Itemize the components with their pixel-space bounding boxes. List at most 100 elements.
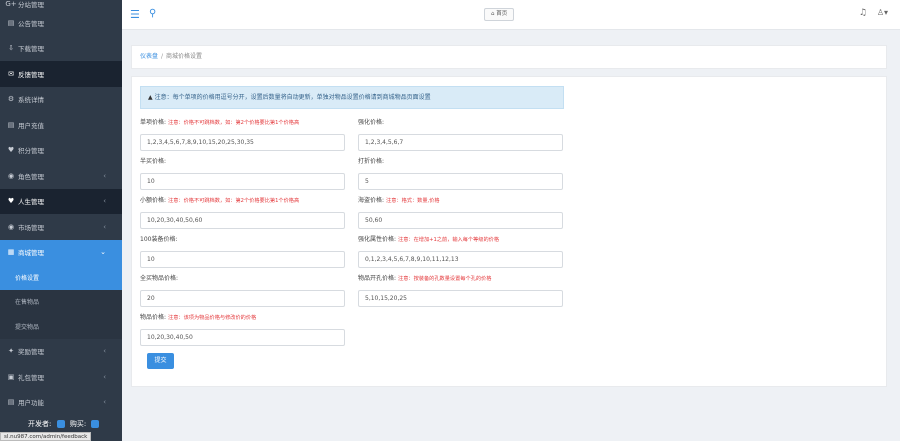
bell-icon[interactable]: ♫ [859, 8, 867, 18]
breadcrumb-separator: / [161, 53, 164, 60]
sidebar-item-label: 用户功能 [18, 399, 44, 408]
buy-label: 购买: [69, 420, 87, 428]
slot-price-input[interactable]: 5,10,15,20,25 [358, 290, 563, 307]
slot-price-note: 注意：按装备的孔数量设置每个孔的价格 [398, 276, 492, 282]
business-icon: ♥ [7, 197, 15, 206]
bulk-price-input[interactable]: 10,20,30,40,50,60 [140, 212, 345, 229]
increase-price-label: 强化价格: [358, 119, 385, 126]
sidebar-item-role[interactable]: ◉ 角色管理 ‹ [0, 163, 122, 189]
sidebar-item-label: 系统详情 [18, 96, 44, 105]
chevron-left-icon: ‹ [103, 347, 106, 356]
sidebar-item-system[interactable]: ⚙ 系统详情 [0, 87, 122, 113]
equip-price-field: 100装备价格: 10 [140, 235, 345, 268]
refine-price-label: 强化属性价格: [358, 236, 397, 243]
sidebar-item-feedback[interactable]: ✉ 反馈管理 [0, 61, 122, 87]
info-alert: ▲ 注意：每个单项的价格用逗号分开，设置后数量将自动更新，单独对物品设置价格请到商… [140, 86, 564, 109]
bulk-price-note: 注意：价格不可跳档数，如：第2个价格要比第1个价格高 [168, 198, 300, 204]
half-price-field: 半买价格: 10 [140, 157, 345, 190]
sidebar-item-mall[interactable]: ▦ 商城管理 ⌄ [0, 239, 122, 265]
sidebar-item-label: 人生管理 [18, 198, 44, 207]
sidebar-item-gifts[interactable]: ▣ 礼包管理 ‹ [0, 364, 122, 390]
sidebar-item-label: 商城管理 [18, 249, 44, 258]
sidebar-item-label: 角色管理 [18, 172, 44, 181]
item-price-label: 物品价格: [140, 314, 167, 321]
sea-price-label: 海盗价格: [358, 197, 385, 204]
search-icon[interactable]: ⚲ [149, 8, 156, 19]
cart-icon: ▦ [7, 248, 15, 257]
sidebar-item-label: 积分管理 [18, 147, 44, 156]
sidebar-item-label: 市场管理 [18, 223, 44, 232]
half-price-input[interactable]: 10 [140, 173, 345, 190]
sea-price-input[interactable]: 50,60 [358, 212, 563, 229]
home-tab[interactable]: ⌂ 首页 [484, 8, 515, 21]
alert-text: 注意：每个单项的价格用逗号分开，设置后数量将自动更新，单独对物品设置价格请到商城… [154, 94, 431, 101]
group-icon: G+ [5, 0, 17, 8]
users-icon: ▤ [7, 120, 15, 129]
eye-icon: ◉ [7, 222, 15, 231]
chevron-left-icon: ‹ [103, 222, 106, 231]
sea-price-field: 海盗价格: 注意：格式：数量,价格 50,60 [358, 196, 563, 229]
func-icon: ▤ [7, 398, 15, 407]
refine-price-input[interactable]: 0,1,2,3,4,5,6,7,8,9,10,11,12,13 [358, 251, 563, 268]
warning-icon: ▲ [148, 94, 153, 101]
feedback-icon: ✉ [8, 69, 14, 78]
submit-button[interactable]: 提交 [147, 353, 174, 369]
sidebar-item-label: 下载管理 [18, 45, 44, 54]
bulk-price-field: 小额价格: 注意：价格不可跳档数，如：第2个价格要比第1个价格高 10,20,30… [140, 196, 345, 229]
sidebar-item-recharge[interactable]: ▤ 用户充值 [0, 112, 122, 138]
chevron-down-icon: ⌄ [100, 248, 106, 257]
sidebar-item-label: 分站管理 [18, 1, 44, 9]
sidebar-item-substation[interactable]: G+ 分站管理 [0, 0, 122, 10]
sidebar-item-download[interactable]: ⇩ 下载管理 [0, 36, 122, 62]
sea-price-note: 注意：格式：数量,价格 [386, 198, 440, 204]
breadcrumb-home[interactable]: 仪表盘 [140, 53, 158, 60]
discount-price-field: 打折价格: 5 [358, 157, 563, 190]
sidebar-item-market[interactable]: ◉ 市场管理 ‹ [0, 214, 122, 240]
slot-price-label: 物品开孔价格: [358, 275, 397, 282]
developer-label: 开发者: [28, 420, 52, 428]
full-price-field: 全买物品价格: 20 [140, 274, 345, 307]
buy-icon[interactable] [91, 420, 100, 428]
sidebar-item-business[interactable]: ♥ 人生管理 ‹ [0, 188, 122, 214]
role-icon: ◉ [7, 171, 15, 180]
topbar: ☰ ⚲ ⌂ 首页 ♫ ♙▾ [122, 0, 900, 30]
unit-price-note: 注意：价格不可跳档数，如：第2个价格要比第1个价格高 [168, 120, 300, 126]
increase-price-input[interactable]: 1,2,3,4,5,6,7 [358, 134, 563, 151]
download-icon: ⇩ [8, 44, 14, 53]
unit-price-label: 单项价格: [140, 119, 167, 126]
user-icon[interactable]: ♙▾ [877, 8, 888, 17]
item-price-field: 物品价格: 注意：该项为物品价格与修改价的价格 10,20,30,40,50 [140, 313, 345, 346]
full-price-input[interactable]: 20 [140, 290, 345, 307]
chevron-left-icon: ‹ [103, 372, 106, 381]
equip-price-input[interactable]: 10 [140, 251, 345, 268]
status-url: sl.nu987.com/admin/feedback [0, 432, 92, 441]
chevron-left-icon: ‹ [103, 398, 106, 407]
item-price-input[interactable]: 10,20,30,40,50 [140, 329, 345, 346]
refine-price-field: 强化属性价格: 注意：在增加+1之前，输入每个等级的价格 0,1,2,3,4,5,… [358, 235, 563, 268]
settings-icon: ⚙ [7, 95, 15, 104]
breadcrumb-current: 商城价格设置 [166, 53, 203, 60]
sidebar-subitem-price-settings[interactable]: 价格设置 [0, 265, 122, 290]
sidebar-item-announcement[interactable]: ▤ 公告管理 [0, 10, 122, 36]
sidebar-subitem-submit-items[interactable]: 提交物品 [0, 314, 122, 339]
sidebar-item-rewards[interactable]: ✦ 奖励管理 ‹ [0, 339, 122, 365]
menu-icon[interactable]: ☰ [130, 8, 140, 21]
sidebar-subitem-on-sale[interactable]: 在售物品 [0, 289, 122, 314]
bulk-price-label: 小额价格: [140, 197, 167, 204]
unit-price-field: 单项价格: 注意：价格不可跳档数，如：第2个价格要比第1个价格高 1,2,3,4,… [140, 118, 345, 151]
announce-icon: ▤ [7, 18, 15, 27]
item-price-note: 注意：该项为物品价格与修改价的价格 [168, 315, 257, 321]
chevron-left-icon: ‹ [103, 197, 106, 206]
sidebar-item-label: 礼包管理 [18, 373, 44, 382]
trophy-icon: ✦ [8, 347, 14, 356]
chevron-left-icon: ‹ [103, 171, 106, 180]
gift-icon: ▣ [7, 372, 15, 381]
discount-price-input[interactable]: 5 [358, 173, 563, 190]
sidebar-item-label: 公告管理 [18, 19, 44, 28]
sidebar-item-points[interactable]: ♥ 积分管理 [0, 138, 122, 164]
full-price-label: 全买物品价格: [140, 275, 179, 282]
unit-price-input[interactable]: 1,2,3,4,5,6,7,8,9,10,15,20,25,30,35 [140, 134, 345, 151]
developer-icon[interactable] [56, 420, 65, 428]
sidebar: G+ 分站管理 ▤ 公告管理 ⇩ 下载管理 ✉ 反馈管理 ⚙ 系统详情 ▤ 用户… [0, 0, 122, 441]
sidebar-item-label: 用户充值 [18, 121, 44, 130]
